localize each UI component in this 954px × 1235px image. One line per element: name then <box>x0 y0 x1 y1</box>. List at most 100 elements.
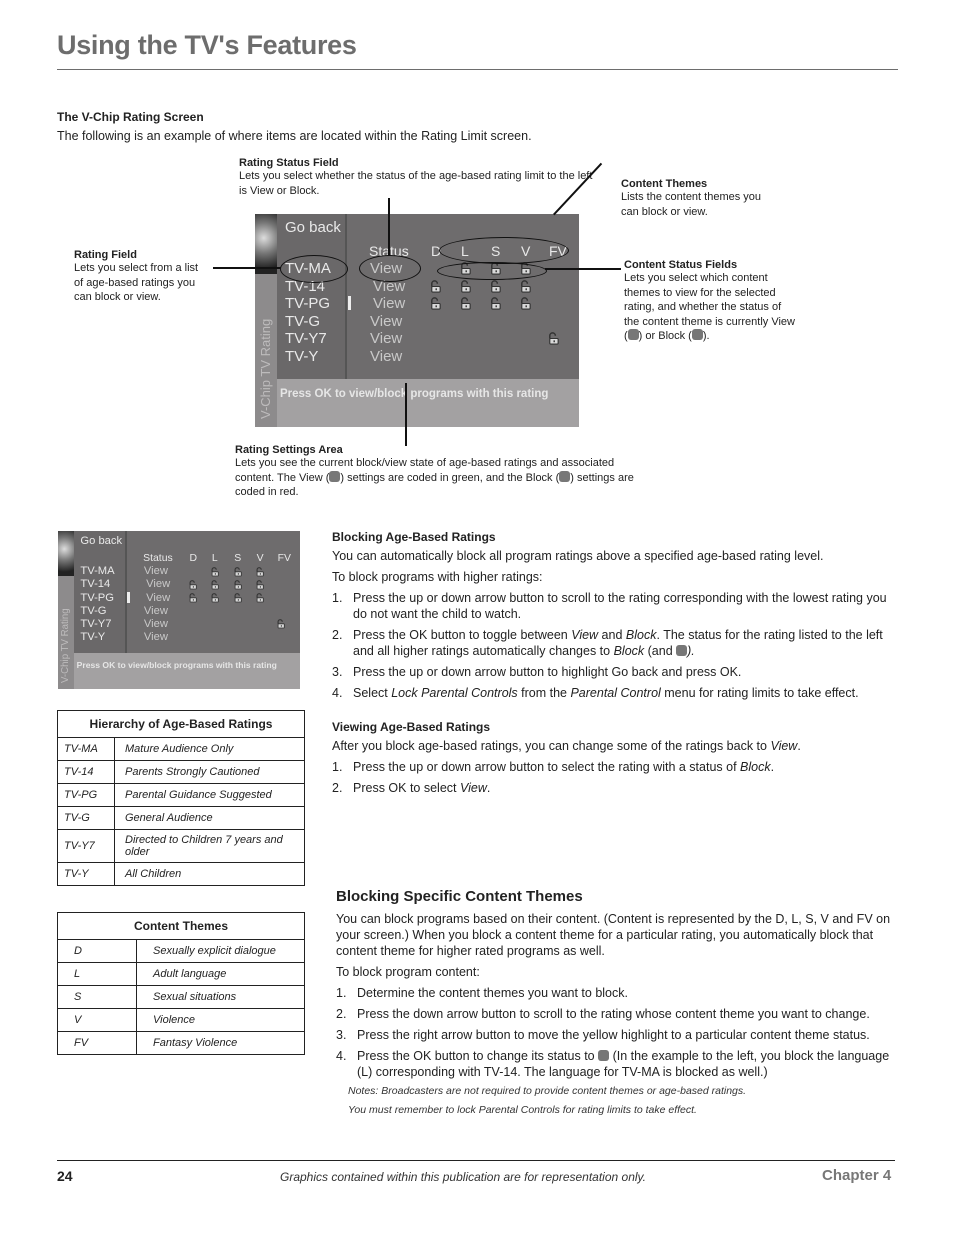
rating-status: View <box>143 565 168 578</box>
text-part: Lock Parental Controls <box>391 686 518 700</box>
open-lock-icon <box>256 593 264 603</box>
chapter-label: Chapter 4 <box>822 1167 892 1184</box>
table-row: TV-PG Parental Guidance Suggested <box>57 783 305 807</box>
logo-graphic <box>255 214 277 274</box>
step-number: 1. <box>332 760 343 774</box>
row-description: Fantasy Violence <box>136 1031 305 1055</box>
go-back-option: Go back <box>80 534 123 547</box>
highlight-ellipse <box>439 237 569 264</box>
row-code: L <box>57 962 137 986</box>
table-row: TV-Y7 Directed to Children 7 years and ol… <box>57 829 305 863</box>
step-number: 1. <box>332 591 343 605</box>
step-item: 1. Press the up or down arrow button to s… <box>332 590 902 622</box>
table-row: FV Fantasy Violence <box>57 1031 305 1055</box>
text-part: Block <box>740 760 771 774</box>
footer-rule <box>57 1160 895 1161</box>
text-part: ). <box>702 330 710 342</box>
callout-text: Lets you see the current block/view stat… <box>235 456 635 500</box>
step-number: 3. <box>332 665 343 679</box>
table-title: Content Themes <box>57 912 305 940</box>
hint-bar: Press OK to view/block programs with thi… <box>277 379 579 427</box>
text-part: ) or Block ( <box>638 330 692 342</box>
open-lock-icon <box>431 279 441 293</box>
page-title: Using the TV's Features <box>57 30 357 60</box>
row-code: FV <box>57 1031 137 1055</box>
rating-status: View <box>146 591 171 604</box>
row-code: TV-MA <box>57 737 115 761</box>
open-lock-icon <box>461 279 471 293</box>
row-code: TV-14 <box>57 760 115 784</box>
text-part: from the <box>517 686 571 700</box>
row-description: General Audience <box>114 806 305 830</box>
open-lock-icon <box>491 297 501 310</box>
step-number: 1. <box>336 986 347 1000</box>
step-number: 2. <box>336 1007 347 1021</box>
row-code: S <box>57 985 137 1009</box>
row-description: Parents Strongly Cautioned <box>114 760 305 784</box>
callout-title: Rating Settings Area <box>235 444 343 456</box>
vchip-screen-small: V-Chip TV Rating Go back Status D L S V FV TV-MA… <box>58 531 300 689</box>
rating-status: View <box>143 630 168 643</box>
view-lock-icon <box>329 470 341 482</box>
row-description: Mature Audience Only <box>114 737 305 761</box>
selection-cursor <box>127 592 130 603</box>
note: You must remember to lock Parental Contr… <box>348 1104 697 1116</box>
table-row: TV-MA Mature Audience Only <box>57 737 305 761</box>
text-part: ). <box>687 644 695 658</box>
text-part: Press the up or down arrow button to sel… <box>353 760 741 774</box>
logo-graphic <box>58 531 75 576</box>
table-row: TV-Y All Children <box>57 862 305 886</box>
rating-item: TV-Y <box>285 347 319 365</box>
text-part: View <box>459 781 487 795</box>
callout-rating-settings: Rating Settings Area Lets you see the cu… <box>235 444 635 500</box>
rating-item: TV-MA <box>80 565 115 578</box>
row-description: Adult language <box>136 962 305 986</box>
text-part: and <box>598 628 626 642</box>
table-row: S Sexual situations <box>57 985 305 1009</box>
step-number: 2. <box>332 781 343 795</box>
intro-text: The following is an example of where ite… <box>57 129 532 143</box>
open-lock-icon <box>277 619 285 629</box>
open-lock-icon <box>189 580 197 590</box>
content-themes-table: Content Themes D Sexually explicit dialog… <box>57 912 305 1055</box>
text-part: After you block age-based ratings, you c… <box>332 739 771 753</box>
theme-header-l: L <box>211 552 218 564</box>
text-part: . <box>486 781 491 795</box>
open-lock-icon <box>234 567 242 577</box>
theme-header-v: V <box>256 552 264 564</box>
text-part: (and <box>644 644 677 658</box>
paragraph: You can automatically block all program … <box>332 549 824 563</box>
callout-title: Content Status Fields <box>624 259 738 271</box>
table-title: Hierarchy of Age-Based Ratings <box>57 710 305 738</box>
text-part: ) settings are coded in green, and the B… <box>340 471 560 484</box>
step-item: 4. Press the OK button to change its stat… <box>336 1048 898 1080</box>
block-lock-icon <box>598 1050 610 1061</box>
viewing-age-section: Viewing Age-Based Ratings After you bloc… <box>332 720 902 801</box>
step-item: 3. Press the right arrow button to move t… <box>336 1027 898 1043</box>
section-heading: Blocking Specific Content Themes <box>336 888 583 905</box>
table-row: L Adult language <box>57 962 305 986</box>
block-lock-icon <box>559 470 571 482</box>
row-description: Violence <box>136 1008 305 1032</box>
theme-header-d: D <box>189 552 197 564</box>
text-part: Press the OK button to toggle between <box>353 628 572 642</box>
open-lock-icon <box>256 567 264 577</box>
blocking-age-section: Blocking Age-Based Ratings You can autom… <box>332 530 902 706</box>
steps-list: 1. Press the up or down arrow button to s… <box>332 590 902 701</box>
row-description: Parental Guidance Suggested <box>114 783 305 807</box>
text-part: Press OK to select <box>353 781 460 795</box>
text-part: Parental Control <box>570 686 661 700</box>
open-lock-icon <box>234 580 242 590</box>
side-label: V-Chip TV Rating <box>60 608 72 684</box>
step-number: 4. <box>332 686 343 700</box>
open-lock-icon <box>549 332 559 345</box>
theme-header-fv: FV <box>277 552 291 564</box>
step-text: Determine the content themes you want to… <box>357 986 628 1000</box>
table-row: TV-G General Audience <box>57 806 305 830</box>
callout-text: Lets you select which content themes to … <box>624 271 796 344</box>
paragraph: To block program content: <box>336 965 480 979</box>
rating-status: View <box>373 295 406 312</box>
table-row: TV-14 Parents Strongly Cautioned <box>57 760 305 784</box>
rating-item: TV-G <box>80 604 107 617</box>
rating-status: View <box>143 604 168 617</box>
